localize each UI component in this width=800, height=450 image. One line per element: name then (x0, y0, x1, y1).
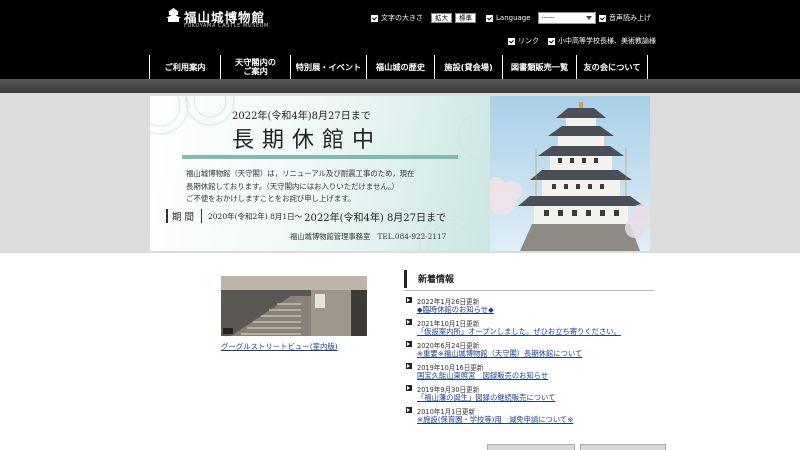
banner-body-line: 長期休館しております。（天守閣内にはお入りいただけません。） (186, 181, 399, 191)
nav-item-events[interactable]: 特別展・イベント (291, 55, 367, 79)
period-end: 2022年(令和4年) 8月27日まで (304, 212, 447, 224)
closure-banner[interactable]: 2022年(令和4年)8月27日まで 長期休館中 福山城博物館（天守閣）は，リニ… (150, 96, 650, 251)
read-aloud-label: 音声読み上げ (609, 14, 651, 22)
nav-item-guide[interactable]: ご利用案内 (149, 55, 221, 79)
language-label: Language (496, 14, 531, 22)
banner-period: 期間 2020年(令和2年) 8月1日～ 2022年(令和4年) 8月27日まで (166, 208, 446, 224)
check-icon (371, 14, 378, 22)
font-size-control: 文字の大きさ 拡大 標準 (371, 12, 476, 24)
banner-divider (182, 155, 458, 159)
arrow-right-icon (406, 319, 412, 325)
site-logo[interactable]: 福山城博物館 FUKUYAMA CASTLE MUSEUM (166, 7, 274, 29)
font-size-label: 文字の大きさ (381, 14, 423, 22)
arrow-right-icon (406, 341, 412, 347)
streetview-thumbnail[interactable] (221, 276, 367, 336)
check-icon (548, 37, 555, 45)
school-label: 小中高等学校長様、美術教諭様 (558, 37, 656, 45)
nav-item-castle-tour[interactable]: 天守閣内の ご案内 (221, 55, 291, 79)
links-link[interactable]: リンク (508, 35, 539, 47)
bottom-button[interactable] (487, 444, 575, 450)
nav-item-history[interactable]: 福山城の歴史 (367, 55, 435, 79)
banner-body-line: ご不便をおかけしますことをお詫び申し上げます。 (186, 194, 356, 203)
check-icon (508, 37, 515, 45)
arrow-right-icon (406, 297, 412, 303)
font-size-standard-button[interactable]: 標準 (455, 13, 476, 23)
arrow-right-icon (406, 407, 412, 413)
language-select[interactable]: ------ (537, 12, 596, 24)
main-nav: ご利用案内 天守閣内の ご案内 特別展・イベント 福山城の歴史 施設(貸会場) 図… (149, 55, 648, 79)
nav-item-friends[interactable]: 友の会について (577, 55, 648, 79)
read-aloud-link[interactable]: 音声読み上げ (599, 12, 651, 24)
header-band (0, 79, 800, 93)
castle-photo (490, 96, 650, 251)
check-icon (486, 14, 493, 22)
news-link[interactable]: 「福山藩の誕生」図録の継続販売について (417, 393, 555, 403)
banner-body: 福山城博物館（天守閣）は，リニューアル及び耐震工事のため，現在 長期休館しており… (186, 168, 414, 206)
nav-item-facilities[interactable]: 施設(貸会場) (435, 55, 503, 79)
nav-item-books[interactable]: 図書類販売一覧 (503, 55, 577, 79)
streetview-link[interactable]: グーグルストリートビュー(室内版) (221, 341, 338, 352)
language-control: Language ------ (486, 12, 596, 24)
nav-item-castle-tour-line2: ご案内 (243, 66, 268, 76)
banner-office: 福山城博物館管理事務室 TEL.084-922-2117 (290, 232, 447, 241)
font-size-large-button[interactable]: 拡大 (431, 13, 452, 23)
banner-title: 長期休館中 (232, 128, 383, 153)
castle-logo-icon (166, 8, 181, 22)
arrow-right-icon (406, 385, 412, 391)
news-link[interactable]: 国宝久能山東照宮 図録販売のお知らせ (417, 371, 548, 381)
arrow-right-icon (406, 363, 412, 369)
news-heading-bar (404, 270, 407, 288)
period-label: 期間 (172, 212, 198, 223)
logo-subtitle: FUKUYAMA CASTLE MUSEUM (184, 23, 269, 29)
news-link[interactable]: ◆臨時休館のお知らせ◆ (417, 305, 494, 315)
period-start: 2020年(令和2年) 8月1日～ (208, 211, 303, 221)
news-link[interactable]: ※施設(保育園・学校等)用 減免申請について※ (417, 415, 573, 425)
banner-date: 2022年(令和4年)8月27日まで (232, 111, 371, 122)
news-link[interactable]: ※重要※福山城博物館（天守閣）長期休館について (417, 349, 582, 359)
links-label: リンク (518, 37, 539, 45)
news-link[interactable]: 「仮設案内所」オープンしました。ぜひお立ち寄りください。 (417, 327, 621, 337)
check-icon (599, 14, 606, 22)
banner-body-line: 福山城博物館（天守閣）は，リニューアル及び耐震工事のため，現在 (186, 169, 415, 178)
news-title: 新着情報 (418, 275, 455, 285)
news-divider (404, 290, 654, 291)
bottom-button[interactable] (580, 444, 666, 450)
school-link[interactable]: 小中高等学校長様、美術教諭様 (548, 35, 656, 47)
